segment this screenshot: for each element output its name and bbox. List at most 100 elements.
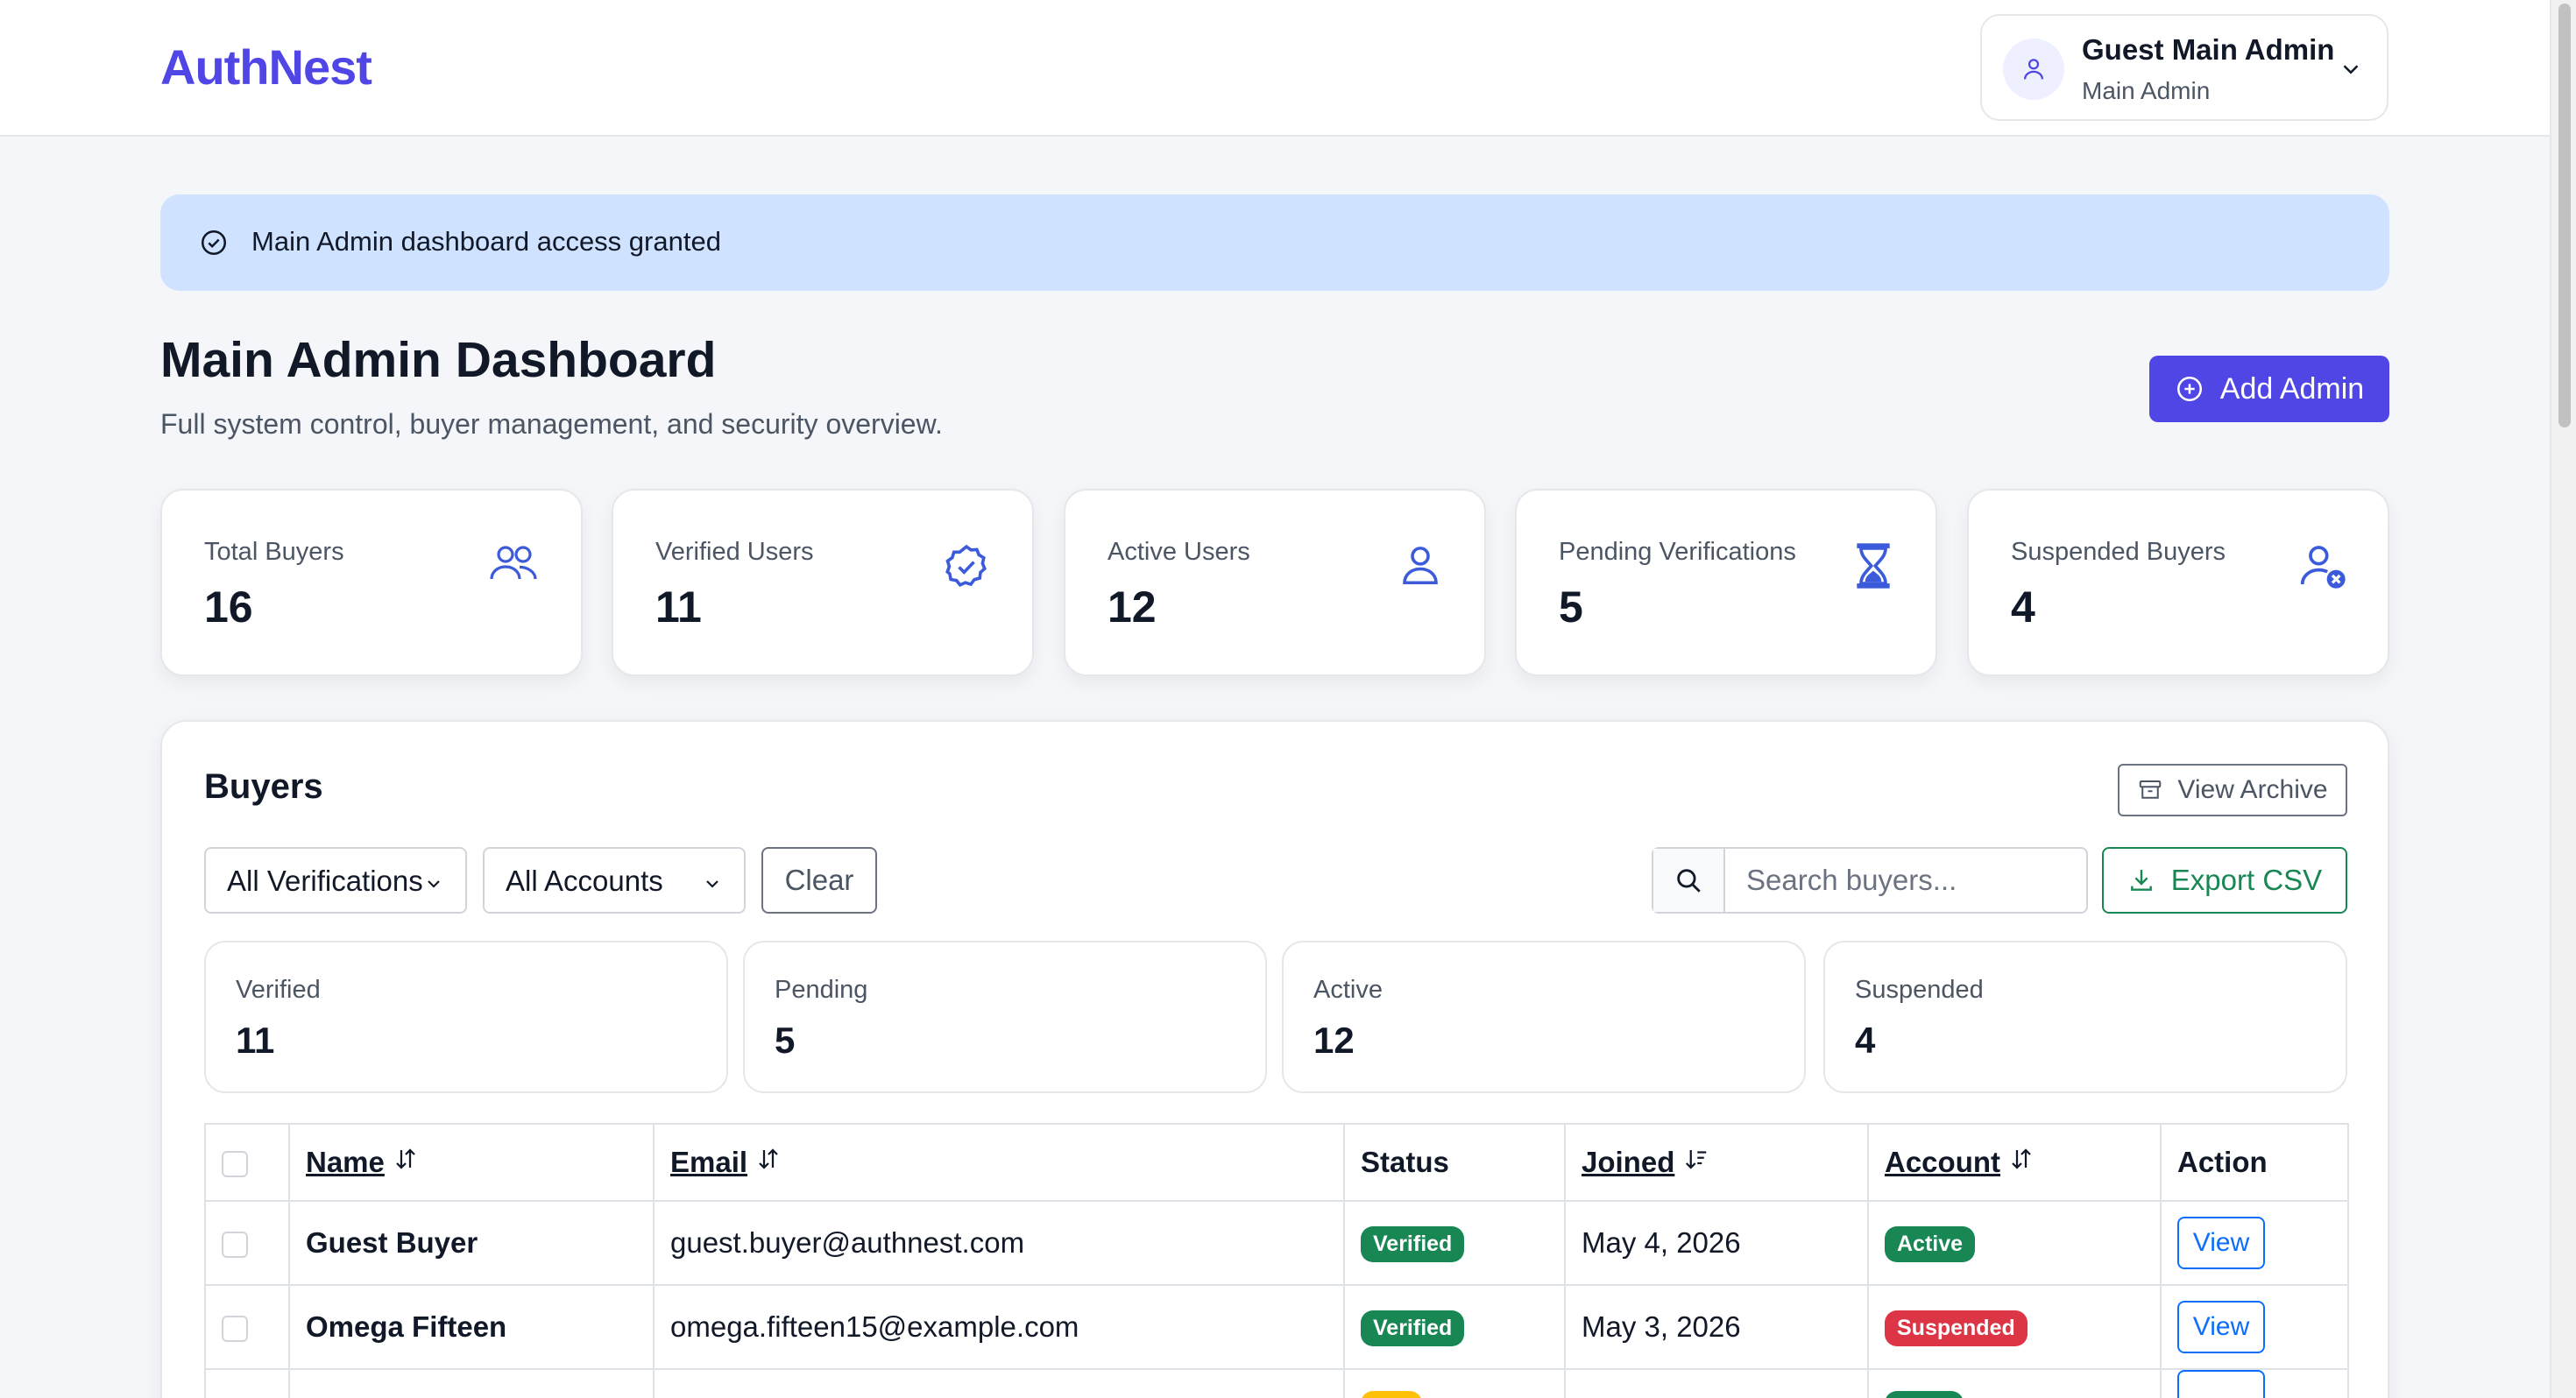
export-csv-label: Export CSV <box>2170 864 2323 896</box>
summary-label: Suspended <box>1855 976 1984 1004</box>
stat-card-active-users: Active Users 12 <box>1064 489 1486 676</box>
buyers-table: Name Email Status Joined Account Action … <box>204 1123 2349 1398</box>
row-select-cell <box>204 1200 290 1286</box>
search-group <box>1652 847 2088 914</box>
buyers-panel: Buyers View Archive All Verifications Al… <box>160 720 2389 1398</box>
joined-date-cut <box>1564 1368 1869 1398</box>
scrollbar-thumb[interactable] <box>2558 4 2571 427</box>
view-button[interactable]: View <box>2177 1301 2265 1353</box>
add-admin-label: Add Admin <box>2219 371 2365 406</box>
summary-value: 12 <box>1313 1020 1355 1061</box>
search-icon <box>1677 869 1701 893</box>
user-x-icon <box>2300 546 2346 589</box>
archive-icon <box>2140 780 2162 799</box>
verified-badge-icon <box>945 544 987 588</box>
accounts-filter-select[interactable]: All Accounts <box>483 847 746 914</box>
avatar <box>2003 39 2064 100</box>
summary-label: Pending <box>775 976 868 1004</box>
action-cell: View <box>2160 1284 2349 1370</box>
verification-filter-select[interactable]: All Verifications <box>204 847 467 914</box>
status-badge: Verified <box>1361 1225 1465 1262</box>
buyer-email: guest.buyer@authnest.com <box>653 1200 1345 1286</box>
column-label: Account <box>1885 1146 2000 1178</box>
column-label: Action <box>2177 1146 2268 1178</box>
view-button[interactable]: View <box>2177 1217 2265 1269</box>
profile-role: Main Admin <box>2082 77 2211 104</box>
stat-card-verified-users: Verified Users 11 <box>612 489 1034 676</box>
account-badge: Suspended <box>1885 1310 2028 1346</box>
stat-card-pending-verifications: Pending Verifications 5 <box>1515 489 1937 676</box>
chevron-down-icon <box>428 880 440 888</box>
stat-card-suspended-buyers: Suspended Buyers 4 <box>1967 489 2389 676</box>
row-select-cell <box>204 1368 290 1398</box>
column-header-email[interactable]: Email <box>653 1123 1345 1202</box>
user-icon <box>1403 547 1438 585</box>
column-header-status: Status <box>1343 1123 1566 1202</box>
table-row-partial <box>204 1368 2349 1398</box>
summary-card-suspended: Suspended 4 <box>1823 941 2347 1093</box>
profile-menu[interactable]: Guest Main Admin Main Admin <box>1980 14 2388 121</box>
column-header-account[interactable]: Account <box>1867 1123 2162 1202</box>
joined-date: May 4, 2026 <box>1564 1200 1869 1286</box>
action-cell: View <box>2160 1200 2349 1286</box>
view-archive-button[interactable]: View Archive <box>2118 764 2347 816</box>
profile-name: Guest Main Admin <box>2082 33 2335 66</box>
status-badge-cut <box>1361 1391 1422 1398</box>
view-button-cut[interactable] <box>2177 1371 2265 1398</box>
chevron-down-icon <box>2343 65 2359 74</box>
buyer-email: omega.fifteen15@example.com <box>653 1284 1345 1370</box>
sort-icon <box>2012 1148 2031 1169</box>
column-header-name[interactable]: Name <box>288 1123 655 1202</box>
joined-date: May 3, 2026 <box>1564 1284 1869 1370</box>
column-header-joined[interactable]: Joined <box>1564 1123 1869 1202</box>
page-subtitle: Full system control, buyer management, a… <box>160 408 943 440</box>
verification-filter-value: All Verifications <box>227 865 423 897</box>
plus-circle-icon <box>2176 376 2202 402</box>
sort-icon <box>396 1148 415 1169</box>
table-row: Omega Fifteen omega.fifteen15@example.co… <box>204 1284 2349 1370</box>
select-all-checkbox[interactable] <box>222 1151 248 1178</box>
buyer-name: Omega Fifteen <box>288 1284 655 1370</box>
stat-label: Verified Users <box>655 538 814 566</box>
buyer-name: Guest Buyer <box>288 1200 655 1286</box>
stat-label: Pending Verifications <box>1559 538 1796 566</box>
stat-label: Total Buyers <box>204 538 344 566</box>
hourglass-icon <box>1857 543 1890 589</box>
sort-descending-icon <box>1685 1150 1706 1169</box>
table-row: Guest Buyer guest.buyer@authnest.com Ver… <box>204 1200 2349 1286</box>
summary-card-pending: Pending 5 <box>743 941 1267 1093</box>
status-cell: Verified <box>1343 1200 1566 1286</box>
add-admin-button[interactable]: Add Admin <box>2149 356 2389 422</box>
column-label: Email <box>670 1146 748 1178</box>
view-archive-label: View Archive <box>2177 775 2328 804</box>
clear-filters-button[interactable]: Clear <box>761 847 877 914</box>
stat-value: 4 <box>2011 582 2035 632</box>
page-scrollbar[interactable] <box>2550 0 2576 1398</box>
row-checkbox[interactable] <box>222 1316 248 1343</box>
table-header-row: Name Email Status Joined Account Action <box>204 1123 2349 1202</box>
brand-logo[interactable]: AuthNest <box>160 39 372 95</box>
search-button[interactable] <box>1653 849 1725 912</box>
access-alert: Main Admin dashboard access granted <box>160 194 2389 291</box>
stat-label: Active Users <box>1108 538 1250 566</box>
stat-label: Suspended Buyers <box>2011 538 2226 566</box>
top-bar: AuthNest Guest Main Admin Main Admin <box>0 0 2550 137</box>
account-cell: Active <box>1867 1200 2162 1286</box>
stat-card-total-buyers: Total Buyers 16 <box>160 489 583 676</box>
summary-value: 5 <box>775 1020 796 1061</box>
row-checkbox[interactable] <box>222 1232 248 1259</box>
summary-label: Verified <box>236 976 321 1004</box>
chevron-down-icon <box>706 880 718 888</box>
account-cell: Suspended <box>1867 1284 2162 1370</box>
account-badge: Active <box>1885 1225 1976 1262</box>
status-cell: Verified <box>1343 1284 1566 1370</box>
export-csv-button[interactable]: Export CSV <box>2102 847 2347 914</box>
stat-value: 16 <box>204 582 253 632</box>
summary-value: 11 <box>236 1020 275 1061</box>
column-label: Joined <box>1582 1146 1675 1178</box>
user-icon <box>2023 59 2044 80</box>
search-input[interactable] <box>1727 849 2086 912</box>
status-cell <box>1343 1368 1566 1398</box>
stat-value: 12 <box>1108 582 1157 632</box>
summary-card-verified: Verified 11 <box>204 941 728 1093</box>
